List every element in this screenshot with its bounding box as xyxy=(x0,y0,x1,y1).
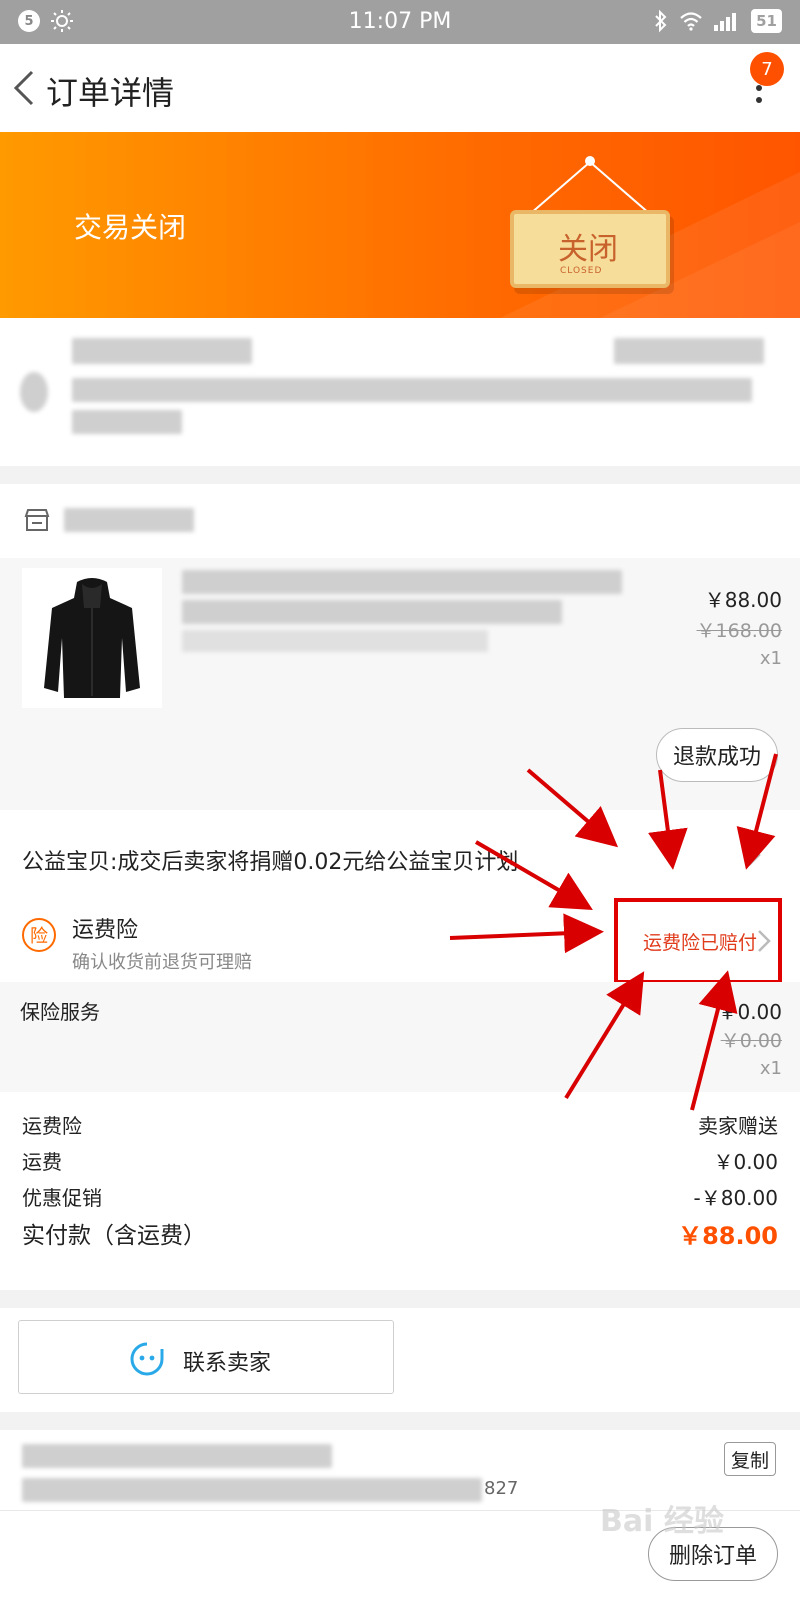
jacket-image-icon xyxy=(44,578,140,698)
product-sku-blurred xyxy=(182,630,488,652)
product-title-blurred xyxy=(182,570,622,594)
product-card: ￥88.00 ￥168.00 x1 退款成功 xyxy=(0,484,800,810)
refund-status-button[interactable]: 退款成功 xyxy=(656,728,778,782)
summary-label: 运费 xyxy=(22,1150,62,1174)
shop-name-blurred xyxy=(64,508,194,532)
battery-indicator: 51 xyxy=(751,9,782,33)
insurance-service-row: 保险服务 ￥0.00 ￥0.00 x1 xyxy=(0,982,800,1092)
address-line2-blurred xyxy=(72,410,182,434)
total-value: ￥88.00 xyxy=(678,1222,778,1250)
watermark: Bai 经验 xyxy=(600,1504,724,1539)
summary-label: 优惠促销 xyxy=(22,1186,102,1210)
total-label: 实付款（含运费） xyxy=(22,1223,206,1249)
service-quantity: x1 xyxy=(759,1058,782,1079)
chevron-left-icon xyxy=(13,70,34,106)
recipient-phone-blurred xyxy=(614,338,764,364)
product-original-price: ￥168.00 xyxy=(696,620,782,642)
contact-seller-button[interactable]: 联系卖家 xyxy=(18,1320,394,1394)
chat-face-icon xyxy=(130,1342,164,1376)
shop-icon xyxy=(24,509,50,531)
address-line-blurred xyxy=(72,378,752,402)
summary-label: 运费险 xyxy=(22,1114,82,1138)
sign-text-en: CLOSED xyxy=(560,266,603,276)
summary-value: 卖家赠送 xyxy=(698,1114,778,1138)
wifi-icon xyxy=(680,12,702,31)
service-title: 保险服务 xyxy=(20,1000,100,1024)
address-card[interactable] xyxy=(0,318,800,466)
page-title: 订单详情 xyxy=(46,74,175,112)
back-button[interactable] xyxy=(6,66,46,110)
order-status-banner: 交易关闭 关闭 CLOSED xyxy=(0,132,800,318)
service-price: ￥0.00 xyxy=(717,1000,782,1024)
status-right: 51 xyxy=(653,9,782,33)
insurance-title: 运费险 xyxy=(72,918,139,943)
summary-value: -￥80.00 xyxy=(693,1186,778,1210)
shop-row[interactable] xyxy=(0,484,800,558)
service-original-price: ￥0.00 xyxy=(720,1030,782,1052)
closed-sign-board: 关闭 CLOSED xyxy=(510,210,670,288)
product-row[interactable]: ￥88.00 ￥168.00 x1 退款成功 xyxy=(0,558,800,810)
signal-icon xyxy=(714,13,737,31)
location-pin-icon xyxy=(20,372,48,412)
chevron-right-icon xyxy=(748,844,761,866)
order-number-label-blurred xyxy=(22,1444,332,1468)
order-time-blurred xyxy=(22,1478,482,1502)
summary-value: ￥0.00 xyxy=(713,1150,778,1174)
product-image xyxy=(22,568,162,708)
message-count-badge: 7 xyxy=(750,52,784,86)
copy-order-button[interactable]: 复制 xyxy=(724,1442,776,1476)
charity-row[interactable]: 公益宝贝:成交后卖家将捐赠0.02元给公益宝贝计划 xyxy=(0,810,800,898)
status-bar: 5 11:07 PM 51 xyxy=(0,0,800,44)
highlight-box xyxy=(614,898,782,984)
product-title2-blurred xyxy=(182,600,562,624)
sign-text-cn: 关闭 xyxy=(558,232,618,267)
product-price: ￥88.00 xyxy=(704,588,782,612)
contact-seller-label: 联系卖家 xyxy=(183,1351,272,1376)
insurance-subtitle: 确认收货前退货可理赔 xyxy=(72,952,252,973)
nav-bar: 订单详情 7 xyxy=(0,44,800,132)
charity-text: 公益宝贝:成交后卖家将捐赠0.02元给公益宝贝计划 xyxy=(22,850,519,875)
contact-section: 联系卖家 xyxy=(0,1308,800,1412)
order-summary: 运费险 卖家赠送 运费 ￥0.00 优惠促销 -￥80.00 实付款（含运费） … xyxy=(0,1092,800,1290)
order-number-tail: 827 xyxy=(484,1478,519,1499)
product-quantity: x1 xyxy=(759,648,782,669)
bluetooth-icon xyxy=(655,9,667,33)
recipient-name-blurred xyxy=(72,338,252,364)
insurance-icon: 险 xyxy=(22,918,56,952)
sign-string-icon xyxy=(500,156,800,318)
